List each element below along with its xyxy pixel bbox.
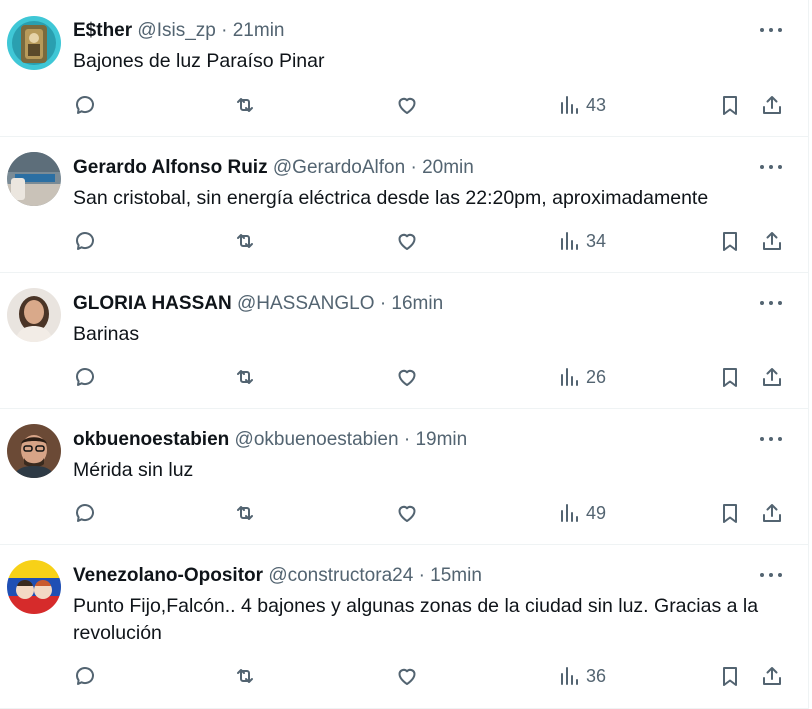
tweet-text: Barinas xyxy=(73,323,140,345)
handle[interactable]: @GerardoAlfon xyxy=(273,157,405,178)
display-name[interactable]: Venezolano-Opositor xyxy=(73,565,263,586)
tweet[interactable]: GLORIA HASSAN @HASSANGLO · 16min Barinas… xyxy=(0,273,808,409)
more-icon[interactable] xyxy=(760,18,782,42)
separator: · xyxy=(221,20,228,41)
timestamp[interactable]: 15min xyxy=(430,565,482,586)
tweet-header: E$ther @Isis_zp · 21min xyxy=(73,19,748,43)
display-name[interactable]: okbuenoestabien xyxy=(73,429,229,450)
views-button[interactable]: 36 xyxy=(558,661,606,691)
share-icon[interactable] xyxy=(760,661,784,691)
tweet-text: San cristobal, sin energía eléctrica des… xyxy=(73,187,709,209)
display-name[interactable]: Gerardo Alfonso Ruiz xyxy=(73,157,268,178)
views-count: 43 xyxy=(586,94,607,115)
tweet-header: Venezolano-Opositor @constructora24 · 15… xyxy=(73,564,748,588)
display-name[interactable]: E$ther xyxy=(73,20,132,41)
retweet-icon[interactable] xyxy=(233,90,257,120)
views-icon xyxy=(561,667,578,685)
avatar[interactable] xyxy=(7,560,61,614)
avatar[interactable] xyxy=(7,424,61,478)
action-bar: 36 xyxy=(0,661,808,691)
separator: · xyxy=(379,293,387,314)
views-icon xyxy=(561,96,578,114)
action-bar: 43 xyxy=(0,90,808,120)
tweet-header: Gerardo Alfonso Ruiz @GerardoAlfon · 20m… xyxy=(73,156,748,180)
views-button[interactable]: 43 xyxy=(558,90,606,120)
bookmark-icon[interactable] xyxy=(718,226,742,256)
retweet-icon[interactable] xyxy=(233,498,257,528)
tweet[interactable]: Venezolano-Opositor @constructora24 · 15… xyxy=(0,545,808,709)
heart-icon[interactable] xyxy=(395,226,419,256)
retweet-icon[interactable] xyxy=(233,362,257,392)
more-icon[interactable] xyxy=(760,427,782,451)
more-icon[interactable] xyxy=(760,155,782,179)
reply-icon[interactable] xyxy=(73,226,97,256)
retweet-icon[interactable] xyxy=(233,661,257,691)
views-icon xyxy=(561,504,578,522)
reply-icon[interactable] xyxy=(73,498,97,528)
avatar[interactable] xyxy=(7,288,61,342)
timestamp[interactable]: 20min xyxy=(422,157,474,178)
views-icon xyxy=(561,232,578,250)
bookmark-icon[interactable] xyxy=(718,362,742,392)
share-icon[interactable] xyxy=(760,362,784,392)
heart-icon[interactable] xyxy=(395,90,419,120)
heart-icon[interactable] xyxy=(395,498,419,528)
reply-icon[interactable] xyxy=(73,362,97,392)
separator: · xyxy=(403,429,411,450)
share-icon[interactable] xyxy=(760,90,784,120)
separator: · xyxy=(410,157,417,178)
tweet[interactable]: E$ther @Isis_zp · 21min Bajones de luz P… xyxy=(0,0,808,137)
heart-icon[interactable] xyxy=(395,661,419,691)
display-name[interactable]: GLORIA HASSAN xyxy=(73,293,232,314)
views-icon xyxy=(561,368,578,386)
separator: · xyxy=(418,565,425,586)
views-count: 36 xyxy=(586,665,607,686)
avatar[interactable] xyxy=(7,16,61,70)
views-button[interactable]: 49 xyxy=(558,498,606,528)
tweet-header: GLORIA HASSAN @HASSANGLO · 16min xyxy=(73,292,748,316)
handle[interactable]: @okbuenoestabien xyxy=(235,429,399,450)
tweet[interactable]: okbuenoestabien @okbuenoestabien · 19min… xyxy=(0,409,808,545)
heart-icon[interactable] xyxy=(395,362,419,392)
timestamp[interactable]: 21min xyxy=(233,20,285,41)
bookmark-icon[interactable] xyxy=(718,661,742,691)
share-icon[interactable] xyxy=(760,226,784,256)
reply-icon[interactable] xyxy=(73,661,97,691)
views-count: 49 xyxy=(586,502,607,523)
handle[interactable]: @constructora24 xyxy=(268,565,413,586)
share-icon[interactable] xyxy=(760,498,784,528)
tweet-text: Bajones de luz Paraíso Pinar xyxy=(73,50,325,72)
views-button[interactable]: 34 xyxy=(558,226,606,256)
timestamp[interactable]: 16min xyxy=(391,293,443,314)
more-icon[interactable] xyxy=(760,563,782,587)
timestamp[interactable]: 19min xyxy=(415,429,467,450)
views-count: 26 xyxy=(586,366,607,387)
views-button[interactable]: 26 xyxy=(558,362,606,392)
reply-icon[interactable] xyxy=(73,90,97,120)
action-bar: 26 xyxy=(0,362,808,392)
action-bar: 49 xyxy=(0,498,808,528)
action-bar: 34 xyxy=(0,226,808,256)
views-count: 34 xyxy=(586,230,607,251)
handle[interactable]: @Isis_zp xyxy=(137,20,215,41)
tweet-text: Mérida sin luz xyxy=(73,459,194,481)
tweet[interactable]: Gerardo Alfonso Ruiz @GerardoAlfon · 20m… xyxy=(0,137,808,273)
more-icon[interactable] xyxy=(760,291,782,315)
bookmark-icon[interactable] xyxy=(718,498,742,528)
timeline-feed: E$ther @Isis_zp · 21min Bajones de luz P… xyxy=(0,0,809,709)
tweet-text: Punto Fijo,Falcón.. 4 bajones y algunas … xyxy=(73,595,759,644)
handle[interactable]: @HASSANGLO xyxy=(237,293,375,314)
tweet-header: okbuenoestabien @okbuenoestabien · 19min xyxy=(73,428,748,452)
bookmark-icon[interactable] xyxy=(718,90,742,120)
avatar[interactable] xyxy=(7,152,61,206)
retweet-icon[interactable] xyxy=(233,226,257,256)
